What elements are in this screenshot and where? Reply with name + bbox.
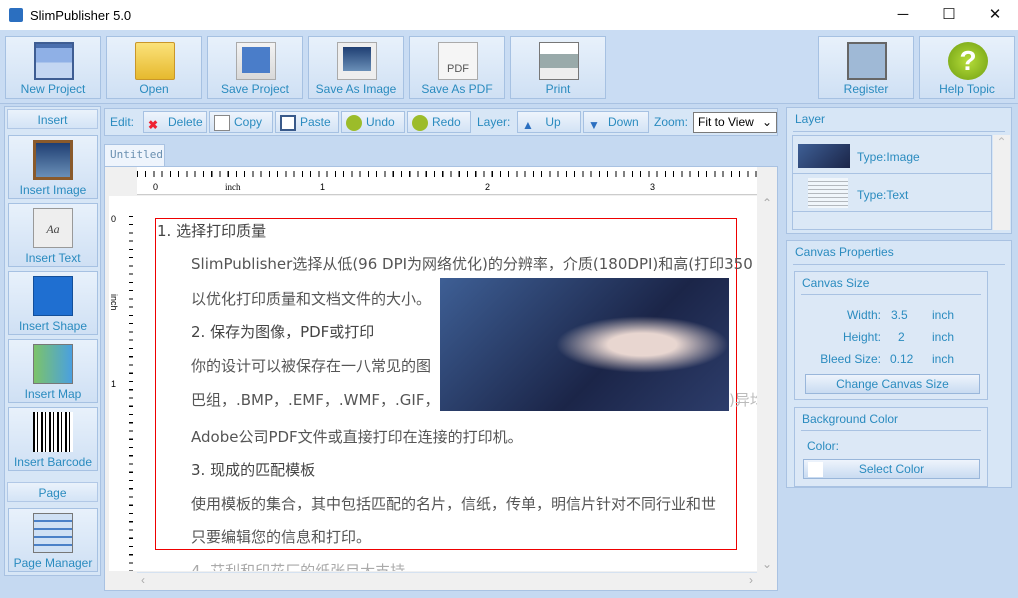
maximize-button[interactable]: ☐ bbox=[926, 0, 972, 30]
new-project-button[interactable]: New Project bbox=[5, 36, 101, 99]
canvas-height-value: 2 bbox=[898, 330, 905, 344]
layer-down-button[interactable]: ▼ Down bbox=[583, 111, 649, 133]
save-project-button[interactable]: Save Project bbox=[207, 36, 303, 99]
app-icon bbox=[9, 8, 23, 22]
scroll-left-icon[interactable]: ‹ bbox=[141, 573, 145, 587]
page-header: Page bbox=[7, 482, 98, 502]
main-toolbar: New Project Open Save Project Save As Im… bbox=[0, 30, 1018, 104]
scroll-right-icon[interactable]: › bbox=[749, 573, 753, 587]
layer-item-image[interactable]: Type:Image bbox=[793, 136, 991, 174]
change-canvas-size-button[interactable]: Change Canvas Size bbox=[805, 374, 980, 394]
title-bar: SlimPublisher 5.0 ─ ☐ ✕ bbox=[0, 0, 1018, 30]
text-icon: Aa bbox=[33, 208, 73, 248]
copy-button[interactable]: Copy bbox=[209, 111, 273, 133]
help-icon: ? bbox=[948, 42, 988, 80]
layer-panel: Layer Type:Image Type:Text ⌃ bbox=[786, 107, 1012, 234]
shape-icon bbox=[33, 276, 73, 316]
arrow-up-icon: ▲ bbox=[522, 117, 534, 132]
scroll-up-icon[interactable]: ⌃ bbox=[762, 196, 772, 210]
layer-item-text[interactable]: Type:Text bbox=[793, 174, 991, 212]
redo-icon bbox=[412, 114, 428, 131]
insert-header: Insert bbox=[7, 109, 98, 129]
undo-button[interactable]: Undo bbox=[341, 111, 405, 133]
register-button[interactable]: Register bbox=[818, 36, 914, 99]
edit-toolbar: Edit: ✖ Delete Copy Paste Undo Redo Layer… bbox=[104, 108, 778, 136]
save-as-pdf-button[interactable]: PDF Save As PDF bbox=[409, 36, 505, 99]
close-button[interactable]: ✕ bbox=[972, 0, 1018, 30]
bleed-size-value: 0.12 bbox=[890, 352, 914, 366]
layer-up-button[interactable]: ▲ Up bbox=[517, 111, 581, 133]
folder-icon bbox=[135, 42, 175, 80]
canvas-border bbox=[155, 218, 737, 550]
canvas-size-group: Canvas Size Width: 3.5 inch Height: 2 in… bbox=[794, 271, 988, 400]
canvas[interactable] bbox=[137, 196, 757, 571]
barcode-icon bbox=[33, 412, 73, 452]
delete-button[interactable]: ✖ Delete bbox=[143, 111, 207, 133]
save-project-icon bbox=[236, 42, 276, 80]
page-manager-icon bbox=[33, 513, 73, 553]
insert-image-button[interactable]: Insert Image bbox=[8, 135, 98, 199]
arrow-down-icon: ▼ bbox=[588, 117, 600, 132]
layer-thumbnail bbox=[808, 178, 848, 208]
document-area: 0 inch 1 2 3 0 inch 1 1. 选择打印质量 SlimPubl… bbox=[104, 166, 778, 591]
open-button[interactable]: Open bbox=[106, 36, 202, 99]
new-project-icon bbox=[34, 42, 74, 80]
zoom-select[interactable]: Fit to View ⌄ bbox=[693, 112, 777, 133]
insert-barcode-button[interactable]: Insert Barcode bbox=[8, 407, 98, 471]
insert-panel: Insert Insert Image Aa Insert Text Insert… bbox=[4, 106, 101, 576]
layer-thumbnail bbox=[798, 144, 850, 168]
canvas-width-value: 3.5 bbox=[891, 308, 908, 322]
save-pdf-icon: PDF bbox=[438, 42, 478, 80]
paste-icon bbox=[280, 114, 296, 131]
register-icon bbox=[847, 42, 887, 80]
print-button[interactable]: Print bbox=[510, 36, 606, 99]
chevron-down-icon: ⌄ bbox=[761, 115, 772, 129]
insert-map-button[interactable]: Insert Map bbox=[8, 339, 98, 403]
vertical-ruler: 0 inch 1 bbox=[109, 196, 137, 571]
canvas-properties-panel: Canvas Properties Canvas Size Width: 3.5… bbox=[786, 240, 1012, 488]
page-manager-button[interactable]: Page Manager bbox=[8, 508, 98, 572]
map-icon bbox=[33, 344, 73, 384]
insert-text-button[interactable]: Aa Insert Text bbox=[8, 203, 98, 267]
window-title: SlimPublisher 5.0 bbox=[30, 8, 132, 23]
save-image-icon bbox=[337, 42, 377, 80]
printer-icon bbox=[539, 42, 579, 80]
horizontal-ruler: 0 inch 1 2 3 bbox=[137, 167, 757, 195]
select-color-button[interactable]: Select Color bbox=[803, 459, 980, 479]
save-as-image-button[interactable]: Save As Image bbox=[308, 36, 404, 99]
horizontal-scrollbar[interactable]: ‹ › bbox=[137, 572, 757, 589]
color-swatch bbox=[808, 462, 823, 477]
minimize-button[interactable]: ─ bbox=[880, 0, 926, 30]
layer-list: Type:Image Type:Text bbox=[792, 135, 992, 230]
insert-shape-button[interactable]: Insert Shape bbox=[8, 271, 98, 335]
paste-button[interactable]: Paste bbox=[275, 111, 339, 133]
scroll-down-icon[interactable]: ⌄ bbox=[762, 557, 772, 571]
vertical-scrollbar[interactable]: ⌃ ⌄ bbox=[758, 196, 776, 571]
image-icon bbox=[33, 140, 73, 180]
delete-icon: ✖ bbox=[148, 117, 159, 132]
tab-untitled[interactable]: Untitled bbox=[104, 144, 165, 166]
background-color-group: Background Color Color: Select Color bbox=[794, 407, 988, 487]
layer-scrollbar[interactable]: ⌃ bbox=[993, 135, 1010, 230]
redo-button[interactable]: Redo bbox=[407, 111, 471, 133]
help-topic-button[interactable]: ? Help Topic bbox=[919, 36, 1015, 99]
undo-icon bbox=[346, 114, 362, 131]
copy-icon bbox=[214, 114, 230, 131]
